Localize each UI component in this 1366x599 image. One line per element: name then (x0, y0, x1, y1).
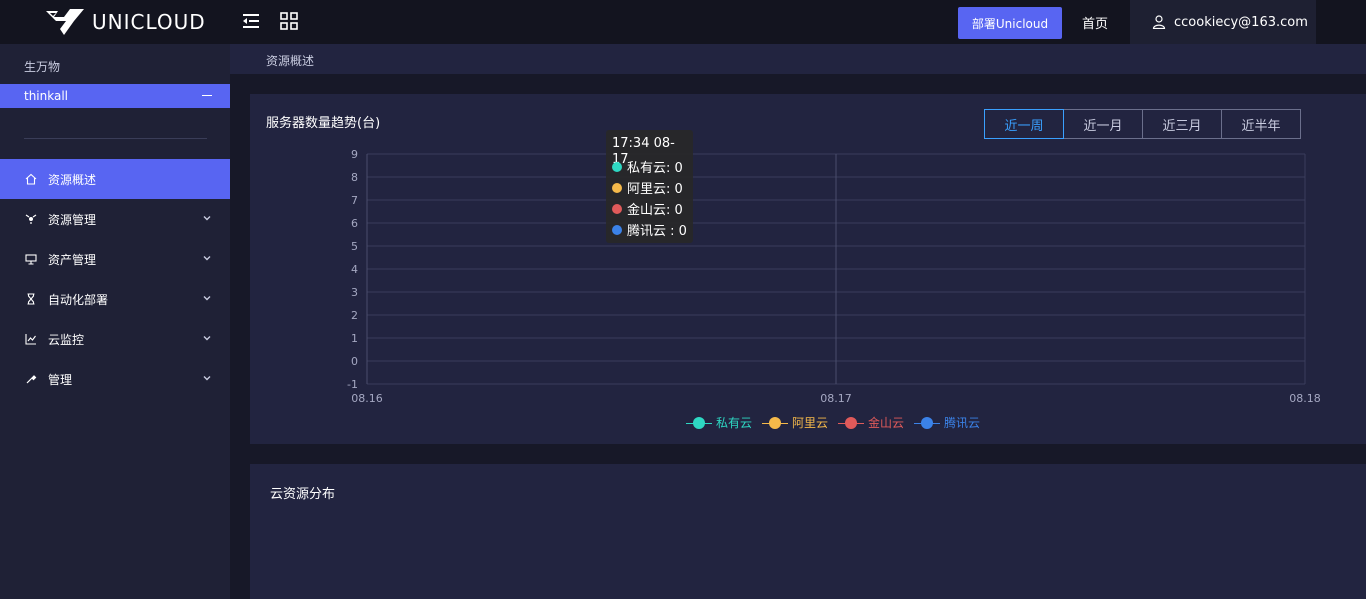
y-tick-label: 1 (351, 332, 358, 345)
tools-icon (24, 372, 38, 386)
top-bar: UNICLOUD 部署Unicloud 首页 ccookiecy@163.com (0, 0, 1366, 44)
sidebar-item-label: 资源管理 (48, 212, 97, 227)
user-menu[interactable]: ccookiecy@163.com (1130, 0, 1316, 44)
breadcrumb: 资源概述 (266, 54, 315, 68)
y-tick-label: 0 (351, 355, 358, 368)
legend-item[interactable]: 阿里云 (762, 414, 828, 431)
sidebar-item-cloud-monitor[interactable]: 云监控 (0, 319, 230, 359)
sidebar-item-resource-overview[interactable]: 资源概述 (0, 159, 230, 199)
tooltip-row-label: 金山云: 0 (627, 203, 683, 218)
range-half-year-button[interactable]: 近半年 (1221, 109, 1301, 139)
tooltip-row-label: 腾讯云 : 0 (627, 224, 687, 239)
chevron-down-icon (203, 376, 211, 381)
series-dot-icon (612, 161, 622, 172)
collapse-icon[interactable] (202, 95, 212, 96)
sidebar: 生万物 thinkall 资源概述 资源管理 资产管理 自动化部署 云监控 管理 (0, 44, 230, 599)
tooltip-time: 17:34 08-17 (612, 136, 675, 167)
range-week-button[interactable]: 近一周 (984, 109, 1064, 139)
sidebar-item-asset-management[interactable]: 资产管理 (0, 239, 230, 279)
sidebar-divider (24, 138, 207, 139)
sidebar-item-resource-management[interactable]: 资源管理 (0, 199, 230, 239)
breadcrumb-bar: 资源概述 (230, 44, 1366, 74)
sidebar-item-label: 云监控 (48, 332, 85, 347)
y-tick-label: 3 (351, 286, 358, 299)
legend-marker-icon (838, 416, 865, 430)
tooltip-row: 阿里云: 0 (612, 177, 687, 198)
y-tick-label: 5 (351, 240, 358, 253)
project-selector[interactable]: thinkall (0, 84, 230, 108)
chevron-down-icon (203, 256, 211, 261)
chevron-down-icon (203, 296, 211, 301)
chevron-down-icon (203, 336, 211, 341)
menu-fold-icon[interactable] (242, 12, 260, 30)
tooltip-row-label: 私有云: 0 (627, 161, 683, 176)
server-trend-chart[interactable]: 9 8 7 6 5 4 3 2 1 0 -108.16 08.17 08.18 (250, 140, 1350, 410)
time-range-selector: 近一周 近一月 近三月 近半年 (984, 109, 1301, 139)
chart-legend: 私有云 阿里云 金山云 腾讯云 (686, 414, 990, 431)
legend-marker-icon (686, 416, 712, 430)
sidebar-item-label: 资源概述 (48, 172, 97, 187)
sidebar-item-label: 资产管理 (48, 252, 97, 267)
sidebar-item-label: 自动化部署 (48, 292, 109, 307)
server-trend-title: 服务器数量趋势(台) (266, 116, 381, 131)
x-tick-label: 08.18 (1289, 392, 1321, 405)
y-tick-label: -1 (347, 378, 358, 391)
y-tick-label: 4 (351, 263, 358, 276)
home-link[interactable]: 首页 (1082, 13, 1108, 32)
chart-tooltip: 17:34 08-17 私有云: 0 阿里云: 0 金山云: 0 腾讯云 : 0 (606, 130, 693, 243)
tooltip-row: 腾讯云 : 0 (612, 219, 687, 240)
x-tick-label: 08.16 (351, 392, 383, 405)
resource-icon (24, 212, 38, 226)
legend-marker-icon (762, 416, 789, 430)
tooltip-row-label: 阿里云: 0 (627, 182, 683, 197)
legend-marker-icon (914, 416, 941, 430)
legend-label: 金山云 (868, 416, 905, 430)
sidebar-item-label: 管理 (48, 372, 73, 387)
user-icon (1152, 15, 1166, 29)
grid-icon[interactable] (280, 12, 298, 30)
sidebar-item-admin[interactable]: 管理 (0, 359, 230, 399)
chart-line-icon (24, 332, 38, 346)
legend-item[interactable]: 金山云 (838, 414, 904, 431)
chevron-down-icon (203, 216, 211, 221)
cloud-distribution-panel (250, 464, 1366, 599)
legend-label: 阿里云 (792, 416, 829, 430)
tooltip-row: 金山云: 0 (612, 198, 687, 219)
sidebar-nav: 资源概述 资源管理 资产管理 自动化部署 云监控 管理 (0, 159, 230, 399)
x-tick-label: 08.17 (820, 392, 852, 405)
legend-label: 腾讯云 (944, 416, 981, 430)
logo-icon (46, 9, 84, 35)
cloud-distribution-title: 云资源分布 (270, 487, 336, 502)
legend-label: 私有云 (716, 416, 753, 430)
project-name: thinkall (24, 89, 69, 103)
y-tick-label: 8 (351, 171, 358, 184)
hourglass-icon (24, 292, 38, 306)
deploy-button[interactable]: 部署Unicloud (958, 7, 1062, 39)
logo-text: UNICLOUD (92, 10, 206, 34)
user-email: ccookiecy@163.com (1174, 14, 1308, 30)
series-dot-icon (612, 203, 622, 214)
range-month-button[interactable]: 近一月 (1063, 109, 1143, 139)
monitor-icon (24, 252, 38, 266)
series-dot-icon (612, 224, 622, 235)
home-icon (24, 172, 38, 186)
sidebar-item-auto-deploy[interactable]: 自动化部署 (0, 279, 230, 319)
series-dot-icon (612, 182, 622, 193)
org-name: 生万物 (24, 60, 61, 74)
y-tick-label: 6 (351, 217, 358, 230)
legend-item[interactable]: 腾讯云 (914, 414, 980, 431)
logo[interactable]: UNICLOUD (44, 6, 206, 38)
range-three-months-button[interactable]: 近三月 (1142, 109, 1222, 139)
y-tick-label: 2 (351, 309, 358, 322)
y-tick-label: 9 (351, 148, 358, 161)
legend-item[interactable]: 私有云 (686, 414, 752, 431)
y-tick-label: 7 (351, 194, 358, 207)
